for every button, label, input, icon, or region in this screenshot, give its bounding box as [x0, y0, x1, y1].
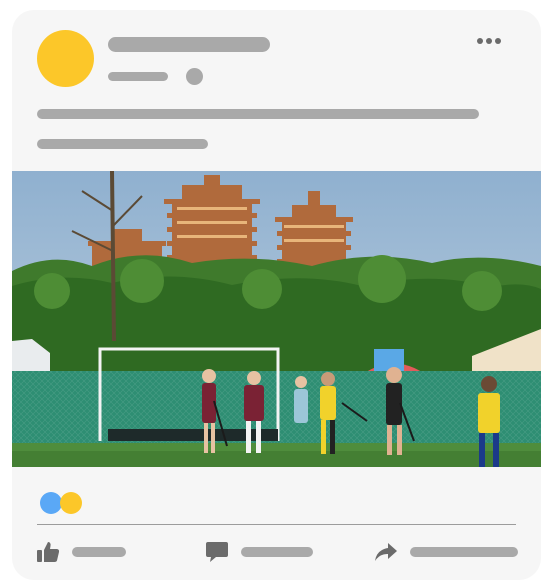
comment-button[interactable] — [205, 540, 313, 564]
comment-icon — [206, 542, 228, 562]
like-button[interactable] — [36, 540, 126, 564]
comment-label-placeholder — [241, 547, 313, 557]
reactions-summary[interactable] — [40, 492, 88, 514]
like-label-placeholder — [72, 547, 126, 557]
post-text-line — [37, 109, 479, 119]
share-arrow-icon — [375, 543, 397, 561]
avatar[interactable] — [37, 30, 94, 87]
post-photo[interactable] — [12, 171, 541, 467]
more-options-button[interactable] — [477, 38, 501, 44]
divider — [37, 524, 516, 525]
reaction-icon — [60, 492, 82, 514]
post-text-line — [37, 139, 208, 149]
author-name-placeholder[interactable] — [108, 37, 270, 52]
photo-field-hockey-match — [12, 171, 541, 467]
post-card — [12, 10, 541, 580]
share-label-placeholder — [410, 547, 518, 557]
like-reaction-icon — [40, 492, 62, 514]
timestamp-placeholder[interactable] — [108, 72, 168, 81]
dot-icon — [495, 38, 501, 44]
dot-icon — [486, 38, 492, 44]
dot-icon — [477, 38, 483, 44]
thumbs-up-icon — [37, 542, 60, 562]
privacy-icon — [186, 68, 203, 85]
share-button[interactable] — [374, 540, 518, 564]
